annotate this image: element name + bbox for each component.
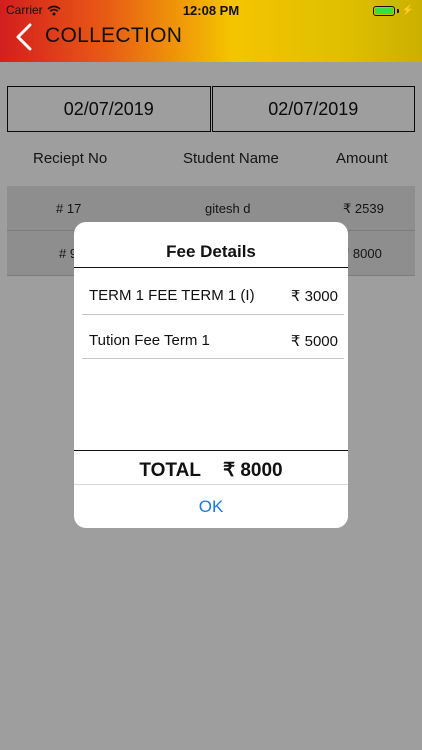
back-chevron-icon[interactable] xyxy=(12,23,36,51)
total-row: TOTAL ₹ 8000 xyxy=(74,459,348,482)
dialog-title: Fee Details xyxy=(166,242,256,261)
fee-label: TERM 1 FEE TERM 1 (I) xyxy=(89,287,255,304)
fee-label: Tution Fee Term 1 xyxy=(89,332,210,349)
item-divider xyxy=(82,358,344,359)
status-time: 12:08 PM xyxy=(182,3,240,18)
total-amount: ₹ 8000 xyxy=(222,460,283,481)
fee-details-dialog: Fee Details TERM 1 FEE TERM 1 (I) ₹ 3000… xyxy=(74,222,348,528)
nav-bar: COLLECTION xyxy=(0,20,422,60)
charging-icon: ⚡ xyxy=(401,5,414,16)
ok-button[interactable]: OK xyxy=(74,485,348,528)
fee-item: TERM 1 FEE TERM 1 (I) ₹ 3000 xyxy=(74,273,348,317)
item-divider xyxy=(82,314,344,315)
status-bar: Carrier 12:08 PM ⚡ xyxy=(0,0,422,20)
battery-icon: ⚡ xyxy=(372,5,414,16)
header-bar: Carrier 12:08 PM ⚡ COLLECTION xyxy=(0,0,422,62)
page-title: COLLECTION xyxy=(45,24,183,47)
collection-screen: Carrier 12:08 PM ⚡ COLLECTION 02/07/2019 xyxy=(0,0,422,750)
title-divider xyxy=(74,267,348,268)
total-divider xyxy=(74,450,348,451)
total-label: TOTAL xyxy=(139,460,201,481)
fee-item: Tution Fee Term 1 ₹ 5000 xyxy=(74,318,348,362)
fee-amount: ₹ 5000 xyxy=(290,333,338,350)
fee-amount: ₹ 3000 xyxy=(290,288,338,305)
